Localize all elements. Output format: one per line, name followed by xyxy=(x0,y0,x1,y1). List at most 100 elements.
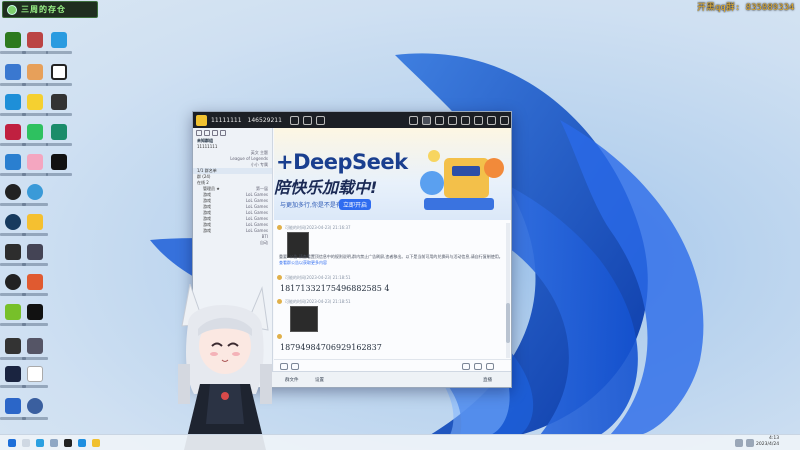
app-icon xyxy=(27,154,43,170)
maximize-icon[interactable] xyxy=(487,115,496,125)
app-icon[interactable] xyxy=(78,439,86,447)
desktop-icon-app-23[interactable] xyxy=(22,274,48,304)
app-icon xyxy=(51,32,67,48)
search-icon[interactable] xyxy=(220,130,226,136)
app-badge-label: 三周的存仓 xyxy=(21,5,66,14)
member-name: 游戏 xyxy=(203,222,211,227)
settings-icon[interactable] xyxy=(461,115,470,125)
clock-date: 2023/4/24 xyxy=(756,442,780,447)
file-explorer-icon[interactable] xyxy=(50,439,58,447)
desktop-icon-app-14[interactable] xyxy=(22,154,48,184)
sidebar-item-label: 11111111 xyxy=(197,144,218,149)
statusbar-settings[interactable]: 设置 xyxy=(315,377,324,383)
redeem-code[interactable]: 18794984706929162837 xyxy=(280,343,382,352)
desktop-icon-app-21[interactable] xyxy=(22,244,48,274)
desktop-icon-app-12[interactable] xyxy=(46,124,72,154)
start-icon[interactable] xyxy=(8,439,16,447)
vtuber-avatar xyxy=(178,284,272,450)
deepseek-banner[interactable]: +DeepSeek 陪快乐加载中! 与更加多行,你是不是有新? 立即开启 xyxy=(274,128,511,220)
edge-icon xyxy=(5,94,21,110)
sidebar-member[interactable]: 自动 xyxy=(193,240,272,246)
notice-message: 重要: 公告 请查看置顶信息中的规则说明,群内禁止广告刷屏,违者移出。以下是当前… xyxy=(279,254,505,266)
desktop-icon-app-9[interactable] xyxy=(46,94,72,124)
app-icon xyxy=(51,124,67,140)
history-icon[interactable] xyxy=(486,363,494,370)
window-title: 11111111 xyxy=(211,116,242,124)
member-tag: 自动 xyxy=(260,240,268,245)
app-icon xyxy=(27,274,43,290)
app-icon xyxy=(51,94,67,110)
scrollbar-thumb[interactable] xyxy=(506,303,510,343)
qq-group-overlay: 开黑qq群: 835889334 xyxy=(697,3,795,13)
desktop-icon-app-15[interactable] xyxy=(46,154,72,184)
banner-cta-button[interactable]: 立即开启 xyxy=(339,199,372,210)
qr-code-image[interactable] xyxy=(290,306,318,332)
qq-icon[interactable] xyxy=(92,439,100,447)
banner-subheadline: 陪快乐加载中! xyxy=(274,178,378,197)
redeem-code[interactable]: 18171332175496882585 4 xyxy=(280,284,389,293)
home-icon[interactable] xyxy=(196,114,207,126)
close-icon[interactable] xyxy=(500,115,509,125)
chat-scrollbar[interactable] xyxy=(506,223,510,358)
desktop-icon-wechat[interactable] xyxy=(22,124,48,154)
streaming-app-badge[interactable]: 三周的存仓 xyxy=(2,1,98,18)
desktop-icon-app-5[interactable] xyxy=(22,64,48,94)
chat-icon[interactable] xyxy=(422,115,431,125)
desktop-icon-app-19[interactable] xyxy=(22,214,48,244)
sender-avatar xyxy=(277,275,282,280)
wechat-icon xyxy=(27,124,43,140)
window-titlebar[interactable]: 11111111 146529211 xyxy=(193,112,511,128)
desktop-icon-app-3[interactable] xyxy=(46,32,72,62)
app-icon xyxy=(51,154,67,170)
desktop-icon-app-17[interactable] xyxy=(22,184,48,214)
emoji-icon[interactable] xyxy=(280,363,288,370)
contacts-icon[interactable] xyxy=(435,115,444,125)
desktop-icon-app-29[interactable] xyxy=(22,366,48,396)
app-icon xyxy=(5,398,21,414)
voice-icon[interactable] xyxy=(462,363,470,370)
app-icon xyxy=(27,32,43,48)
desktop-icon-app-8[interactable] xyxy=(22,94,48,124)
desktop-icon-app-2[interactable] xyxy=(22,32,48,62)
windows-taskbar: 4:13 2023/4/24 xyxy=(0,434,800,450)
grid-icon[interactable] xyxy=(204,130,210,136)
banner-artwork xyxy=(420,150,504,210)
app-icon xyxy=(27,94,43,110)
share-icon[interactable] xyxy=(302,115,312,125)
app-icon xyxy=(27,338,43,354)
member-name: 游戏 xyxy=(203,192,211,197)
message-meta: 可能的时间(2023-04-23) 21:18:51 xyxy=(285,275,351,280)
app-icon xyxy=(27,64,43,80)
statusbar-live[interactable]: 直播 xyxy=(483,377,492,383)
app-icon xyxy=(27,184,43,200)
edge-icon[interactable] xyxy=(36,439,44,447)
tray-network-icon[interactable] xyxy=(735,439,743,447)
game-icon[interactable] xyxy=(448,115,457,125)
tray-volume-icon[interactable] xyxy=(746,439,754,447)
app-icon xyxy=(5,154,21,170)
minimize-icon[interactable] xyxy=(474,115,483,125)
obs-icon[interactable] xyxy=(64,439,72,447)
app-icon xyxy=(27,214,43,230)
statusbar-files[interactable]: 群文件 xyxy=(285,377,299,383)
app-icon xyxy=(27,304,43,320)
add-icon[interactable] xyxy=(212,130,218,136)
desktop-icon-app-31[interactable] xyxy=(22,398,48,428)
sidebar-toggle-icon[interactable] xyxy=(409,115,418,125)
search-icon[interactable] xyxy=(22,439,30,447)
more-icon[interactable] xyxy=(474,363,482,370)
notice-link[interactable]: 查看群公告以获取更多内容 xyxy=(279,260,327,265)
list-icon[interactable] xyxy=(196,130,202,136)
desktop-icon-app-25[interactable] xyxy=(22,304,48,334)
tray-clock[interactable]: 4:13 2023/4/24 xyxy=(756,436,779,448)
steam-icon xyxy=(5,214,21,230)
app-icon xyxy=(5,338,21,354)
app-icon xyxy=(51,64,67,80)
member-name: 游戏 xyxy=(203,228,211,233)
image-icon[interactable] xyxy=(291,363,299,370)
desktop-icon-app-6[interactable] xyxy=(46,64,72,94)
desktop-icon-app-27[interactable] xyxy=(22,338,48,368)
message-meta: 可能的时间(2023-04-23) 21:16:37 xyxy=(285,225,351,230)
phone-icon[interactable] xyxy=(315,115,325,125)
edit-icon[interactable] xyxy=(289,115,299,125)
